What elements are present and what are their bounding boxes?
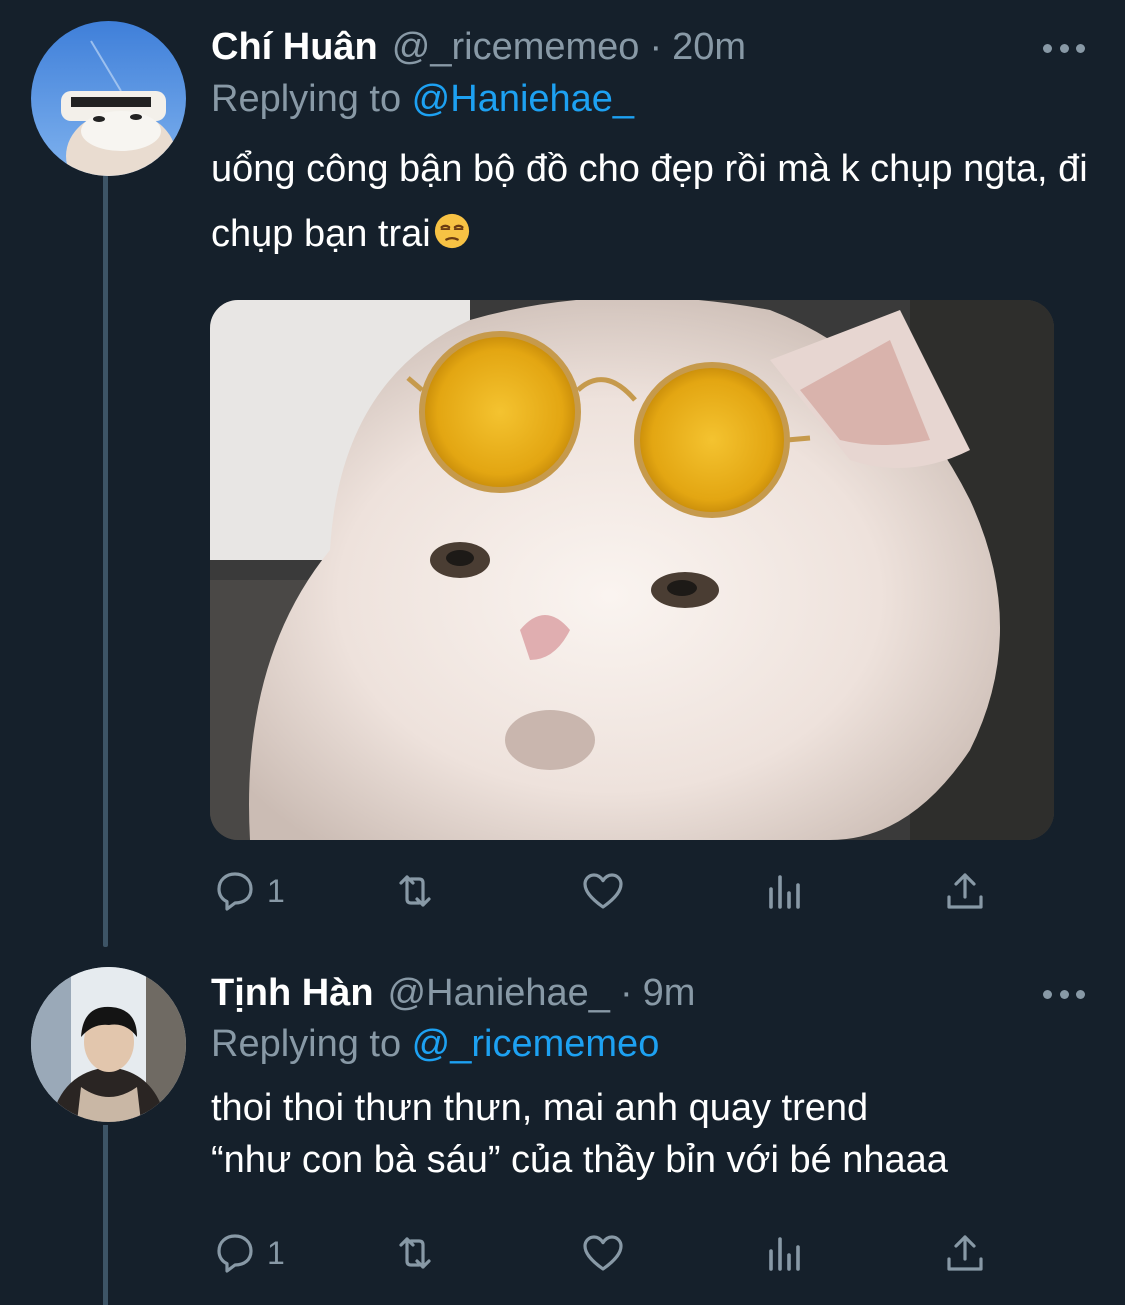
analytics-button[interactable] [761, 1228, 809, 1278]
avatar[interactable] [31, 21, 186, 176]
tweet-actions: 1 [211, 1228, 1011, 1278]
display-name[interactable]: Chí Huân [211, 26, 378, 69]
thread-connector-line [103, 1125, 108, 1305]
tweet-header: Chí Huân @_ricememeo · 20m [211, 22, 746, 72]
separator-dot: · [619, 971, 633, 1014]
share-icon [947, 873, 983, 909]
reply-count: 1 [267, 1234, 285, 1271]
unamused-face-emoji [434, 213, 469, 249]
like-button[interactable] [579, 866, 627, 916]
timestamp[interactable]: 20m [672, 26, 746, 69]
tweet-body-line: thoi thoi thưn thưn, mai anh quay trend [211, 1087, 869, 1129]
reply-button[interactable]: 1 [211, 1228, 285, 1278]
share-icon [947, 1235, 983, 1271]
analytics-icon [769, 1237, 800, 1271]
reply-button[interactable]: 1 [211, 866, 285, 916]
thread-connector-line [103, 175, 108, 947]
tweet-header: Tịnh Hàn @Haniehae_ · 9m [211, 968, 695, 1018]
more-icon[interactable] [1043, 42, 1085, 54]
analytics-button[interactable] [761, 866, 809, 916]
share-button[interactable] [941, 1228, 989, 1278]
mention-link[interactable]: @Haniehae_ [412, 78, 634, 120]
tweet-actions: 1 [211, 866, 1011, 916]
timestamp[interactable]: 9m [643, 972, 696, 1015]
reply-icon [217, 872, 253, 911]
tweet-body: uổng công bận bộ đồ cho đẹp rồi mà k chụ… [211, 148, 1088, 255]
reply-icon [217, 1234, 253, 1273]
username[interactable]: @_ricememeo [392, 26, 640, 69]
tweet-text: thoi thoi thưn thưn, mai anh quay trend … [211, 1082, 1101, 1186]
replying-to-prefix: Replying to [211, 1023, 412, 1065]
avatar[interactable] [31, 967, 186, 1122]
retweet-icon [399, 875, 431, 907]
replying-to-label: Replying to @_ricememeo [211, 1023, 659, 1066]
tweet-media-image[interactable] [210, 300, 1054, 840]
retweet-button[interactable] [391, 1228, 439, 1278]
tweet-body-line: “như con bà sáu” của thầy bỉn với bé nha… [211, 1139, 948, 1181]
like-icon [583, 1235, 623, 1271]
tweet-thread: Chí Huân @_ricememeo · 20m Replying to @… [0, 0, 1125, 1305]
retweet-icon [399, 1237, 431, 1269]
replying-to-prefix: Replying to [211, 78, 412, 120]
mention-link[interactable]: @_ricememeo [412, 1023, 660, 1065]
like-icon [583, 873, 623, 909]
username[interactable]: @Haniehae_ [388, 972, 610, 1015]
replying-to-label: Replying to @Haniehae_ [211, 78, 634, 121]
share-button[interactable] [941, 866, 989, 916]
display-name[interactable]: Tịnh Hàn [211, 972, 374, 1015]
tweet-text: uổng công bận bộ đồ cho đẹp rồi mà k chụ… [211, 137, 1101, 267]
more-icon[interactable] [1043, 988, 1085, 1000]
separator-dot: · [649, 25, 663, 68]
like-button[interactable] [579, 1228, 627, 1278]
retweet-button[interactable] [391, 866, 439, 916]
reply-count: 1 [267, 872, 285, 909]
analytics-icon [769, 875, 800, 909]
